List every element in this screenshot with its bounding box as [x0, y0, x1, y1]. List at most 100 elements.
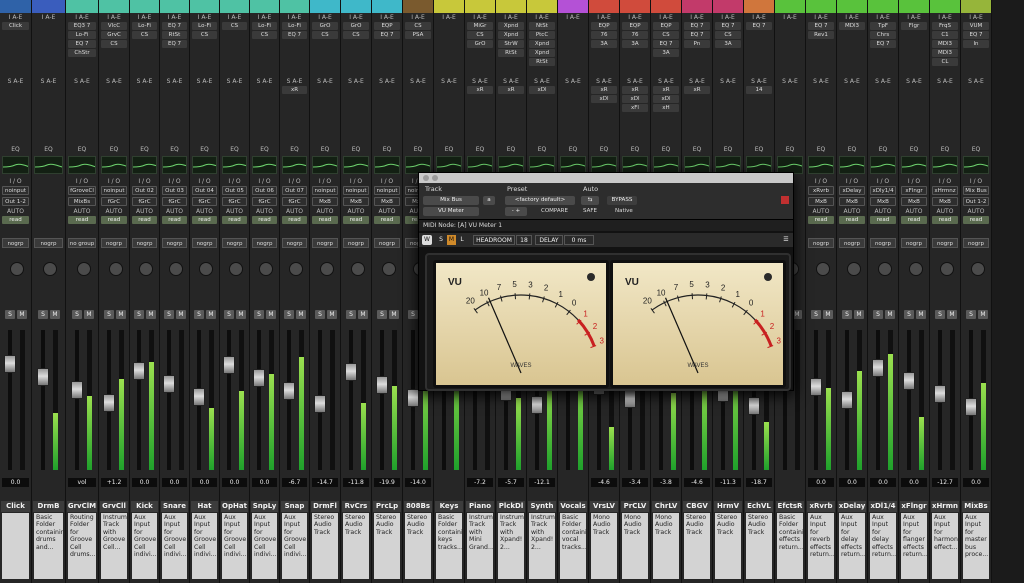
volume-fader[interactable] [934, 385, 946, 403]
group-selector[interactable]: nogrp [808, 238, 834, 248]
insert-slot[interactable]: EQP [622, 22, 648, 30]
volume-readout[interactable]: 0.0 [901, 478, 927, 487]
group-selector[interactable]: nogrp [162, 238, 187, 248]
insert-slot[interactable]: RtSt [162, 31, 187, 39]
insert-slot[interactable]: 3A [591, 40, 617, 48]
send-slot[interactable]: xR [498, 86, 524, 94]
insert-slot[interactable]: FrqS [932, 22, 958, 30]
track-comment[interactable]: Aux Input for Groove Cell indivi... [192, 513, 217, 579]
io-selector[interactable]: noinput [101, 186, 127, 195]
track-color-bar[interactable] [434, 0, 464, 13]
solo-button[interactable]: S [104, 310, 114, 319]
volume-fader[interactable] [103, 394, 115, 412]
volume-readout[interactable]: -19.9 [374, 478, 400, 487]
solo-button[interactable]: S [904, 310, 914, 319]
insert-slot[interactable]: Chrs [870, 31, 896, 39]
insert-slot[interactable]: EQ 7 [162, 40, 187, 48]
insert-slot[interactable]: EQ 7 [653, 40, 679, 48]
automation-mode-button[interactable]: read [312, 216, 338, 224]
pan-knob[interactable] [77, 262, 91, 276]
insert-slot[interactable]: Xpnd [529, 40, 555, 48]
solo-button[interactable]: S [377, 310, 387, 319]
insert-slot[interactable]: EQ 7 [684, 31, 710, 39]
volume-fader[interactable] [407, 389, 419, 407]
automation-mode-button[interactable]: read [132, 216, 157, 224]
track-comment[interactable]: Basic Folder containing effects return..… [777, 513, 803, 579]
pan-knob[interactable] [878, 262, 892, 276]
track-color-bar[interactable] [899, 0, 929, 13]
insert-slot[interactable]: VUM [963, 22, 989, 30]
pan-knob[interactable] [199, 262, 213, 276]
volume-readout[interactable]: 0.0 [222, 478, 247, 487]
insert-slot[interactable]: 76 [622, 31, 648, 39]
insert-slot[interactable]: MDl3 [932, 49, 958, 57]
insert-slot[interactable]: Click [2, 22, 29, 30]
pan-knob[interactable] [320, 262, 334, 276]
io-selector[interactable]: fGrC [222, 197, 247, 206]
group-selector[interactable]: nogrp [2, 238, 29, 248]
track-comment[interactable]: Aux Input for Groove Cell indivi... [222, 513, 247, 579]
send-slot[interactable]: xDl [622, 95, 648, 103]
track-comment[interactable]: Instrument Track with Mini Grand... [467, 513, 493, 579]
insert-slot[interactable]: CS [222, 22, 247, 30]
insert-slot[interactable]: EQP [374, 22, 400, 30]
volume-readout[interactable]: 0.0 [839, 478, 865, 487]
track-selector[interactable]: Mix Bus [423, 196, 479, 205]
io-selector[interactable]: Out 03 [162, 186, 187, 195]
pan-knob[interactable] [971, 262, 985, 276]
insert-slot[interactable]: PtcC [529, 31, 555, 39]
insert-slot[interactable]: MiGr [467, 22, 493, 30]
track-name[interactable]: PrCLV [621, 501, 649, 512]
volume-readout[interactable]: -14.0 [405, 478, 431, 487]
track-comment[interactable]: Stereo Audio Track [343, 513, 369, 579]
volume-fader[interactable] [748, 397, 760, 415]
mute-button[interactable]: M [266, 310, 276, 319]
pan-knob[interactable] [10, 262, 24, 276]
track-color-bar[interactable] [651, 0, 681, 13]
send-slot[interactable]: xDl [653, 95, 679, 103]
preset-nav-buttons[interactable]: - + [505, 207, 527, 216]
track-comment[interactable]: Aux Input for delay effects return... [870, 513, 896, 579]
volume-fader[interactable] [345, 363, 357, 381]
volume-fader[interactable] [376, 376, 388, 394]
volume-readout[interactable]: 0.0 [870, 478, 896, 487]
insert-slot[interactable]: TpF [870, 22, 896, 30]
track-name[interactable]: GrvClM [67, 501, 97, 512]
track-name[interactable]: xDl1/4 [869, 501, 897, 512]
io-selector[interactable]: fGrC [192, 197, 217, 206]
mute-button[interactable]: M [50, 310, 60, 319]
volume-readout[interactable]: -11.3 [715, 478, 741, 487]
insert-slot[interactable]: EQ 7 [684, 22, 710, 30]
mute-button[interactable]: M [978, 310, 988, 319]
volume-readout[interactable]: -18.7 [746, 478, 772, 487]
io-selector[interactable]: xRvrb [808, 186, 834, 195]
volume-fader[interactable] [624, 390, 636, 408]
volume-fader[interactable] [133, 362, 145, 380]
track-name[interactable]: SnpLy [251, 501, 278, 512]
io-selector[interactable]: noinput [343, 186, 369, 195]
track-color-bar[interactable] [682, 0, 712, 13]
track-name[interactable]: HrmV [714, 501, 742, 512]
track-comment[interactable]: Aux Input for Groove Cell indivi... [282, 513, 307, 579]
io-selector[interactable]: Out 04 [192, 186, 217, 195]
track-comment[interactable]: Stereo Audio Track [746, 513, 772, 579]
insert-slot[interactable]: Xpnd [498, 31, 524, 39]
solo-button[interactable]: S [873, 310, 883, 319]
volume-fader[interactable] [37, 368, 49, 386]
solo-button[interactable]: S [842, 310, 852, 319]
track-color-bar[interactable] [961, 0, 991, 13]
track-comment[interactable]: Aux Input for reverb effects return... [808, 513, 834, 579]
mute-button[interactable]: M [358, 310, 368, 319]
insert-slot[interactable]: EQ 7 [870, 40, 896, 48]
track-name[interactable]: PlckDl [497, 501, 525, 512]
pan-knob[interactable] [289, 262, 303, 276]
group-selector[interactable]: nogrp [932, 238, 958, 248]
send-slot[interactable]: xR [467, 86, 493, 94]
volume-fader[interactable] [841, 391, 853, 409]
volume-readout[interactable]: -12.7 [932, 478, 958, 487]
eq-curve-display[interactable] [132, 156, 159, 174]
eq-curve-display[interactable] [282, 156, 309, 174]
group-selector[interactable]: nogrp [282, 238, 307, 248]
io-selector[interactable]: fGroveCl [68, 186, 96, 195]
insert-slot[interactable]: CS [715, 31, 741, 39]
